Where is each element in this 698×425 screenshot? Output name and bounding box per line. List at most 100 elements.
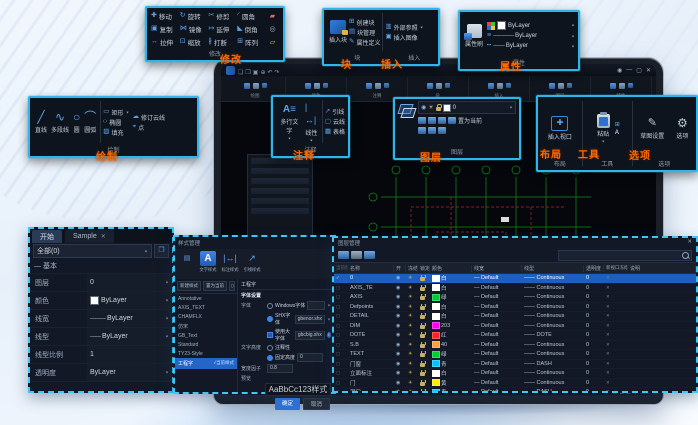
style-list-item[interactable]: Annotative	[175, 294, 237, 303]
vp-freeze-icon[interactable]: ✕	[604, 361, 628, 367]
layer-row[interactable]: ✓0◉☀白— Default—— Continuous0✕	[334, 274, 696, 284]
layer-freeze-icon[interactable]: ☀	[406, 332, 418, 338]
trim-button[interactable]: ✂修剪	[209, 11, 238, 21]
new-layer-icon[interactable]	[338, 251, 349, 259]
vp-freeze-icon[interactable]: ✕	[604, 275, 628, 281]
layer-on-icon[interactable]: ◉	[394, 361, 406, 367]
layer-color[interactable]: 白	[430, 284, 472, 292]
layer-color[interactable]: 红	[430, 331, 472, 339]
layer-dropdown[interactable]: ◉ ☀ 0 ▼	[418, 101, 516, 114]
vp-freeze-icon[interactable]: ✕	[604, 370, 628, 376]
rotate-button[interactable]: ↻旋转	[180, 11, 209, 21]
insert-viewport-button[interactable]: ✚ 插入视口	[546, 116, 574, 141]
bigfont-dropdown[interactable]: gbcbig.shx	[295, 331, 325, 340]
layer-lock-icon[interactable]	[418, 351, 430, 357]
layer-freeze-icon[interactable]: ☀	[406, 323, 418, 329]
layer-row[interactable]: ▢门◉☀黄— Default—— Continuous0✕	[334, 379, 696, 389]
move-button[interactable]: ✚移动	[151, 11, 180, 21]
width-factor-input[interactable]: 0.8	[267, 364, 293, 373]
color-control[interactable]: ByLayer▼	[487, 21, 575, 30]
linetype-value-dropdown[interactable]: ——ByLayer▼	[87, 328, 172, 345]
user-icon[interactable]: ◉	[617, 67, 622, 74]
layer-lock-icon[interactable]	[418, 323, 430, 329]
document-tab[interactable]: Sample✕	[65, 230, 114, 243]
layer-lock-icon[interactable]	[418, 342, 430, 348]
layer-on-icon[interactable]: ◉	[394, 351, 406, 357]
chamfer-button[interactable]: ◣倒角	[237, 24, 266, 34]
layer-row[interactable]: ▢DETAIL◉☀白— Default—— Continuous0✕	[334, 312, 696, 322]
layer-row[interactable]: ▢DOTE◉☀红— Default—— DOTE0✕	[334, 331, 696, 341]
style-list-item[interactable]: AXIS_TEXT	[175, 303, 237, 312]
layer-lock-icon[interactable]	[418, 304, 430, 310]
layer-freeze-icon[interactable]: ☀	[406, 275, 418, 281]
layer-color[interactable]: 白	[430, 274, 472, 282]
layer-on-icon[interactable]: ◉	[394, 342, 406, 348]
basic-section-header[interactable]: — 基本	[30, 259, 172, 274]
layer-on-icon[interactable]: ◉	[394, 370, 406, 376]
block-manager-button[interactable]: ▤块管理	[349, 28, 380, 37]
height-input[interactable]: 0	[297, 353, 323, 362]
leader-button[interactable]: ↗引线	[325, 107, 345, 116]
vp-freeze-icon[interactable]: ✕	[604, 380, 628, 386]
set-current-style-button[interactable]: 置为当前	[203, 281, 227, 291]
layer-on-icon[interactable]: ◉	[394, 304, 406, 310]
layer-color[interactable]: 白	[430, 369, 472, 377]
windows-font-radio[interactable]	[267, 303, 273, 309]
mtext-button[interactable]: A≡ 多行文字▼	[276, 99, 303, 144]
style-list-item[interactable]: TY23-Style	[175, 349, 237, 358]
ellipse-button[interactable]: ○椭圆	[103, 118, 129, 127]
fixed-height-radio[interactable]	[267, 355, 273, 361]
layer-freeze-icon[interactable]: ☀	[406, 380, 418, 386]
annotative-radio[interactable]	[267, 345, 273, 351]
style-list-item-current[interactable]: 工程字√当前样式	[175, 358, 237, 369]
layer-tool-icon[interactable]	[438, 117, 446, 124]
layer-on-icon[interactable]: ◉	[394, 294, 406, 300]
layer-lock-icon[interactable]	[418, 380, 430, 386]
layer-row[interactable]: ▢洞口◉☀青— Default—— DASH0✕	[334, 388, 696, 391]
layer-color[interactable]: 绿	[430, 293, 472, 301]
layer-tool-icon[interactable]	[428, 127, 436, 134]
vp-freeze-icon[interactable]: ✕	[604, 294, 628, 300]
layer-on-icon[interactable]: ◉	[394, 380, 406, 386]
quick-select-button[interactable]: ❐	[154, 244, 169, 258]
minimize-icon[interactable]: —	[626, 67, 632, 74]
ltscale-value-field[interactable]: 1	[87, 346, 172, 363]
vp-freeze-icon[interactable]: ✕	[604, 351, 628, 357]
dim-style-tab[interactable]: |↔| 标注样式	[221, 251, 239, 273]
layer-freeze-icon[interactable]: ☀	[406, 313, 418, 319]
hatch-button[interactable]: ▨填充	[103, 128, 129, 137]
layer-row[interactable]: ▢立面标注◉☀白— Default—— Continuous0✕	[334, 369, 696, 379]
match-properties-button[interactable]: 属性刷	[463, 14, 485, 57]
style-list-item[interactable]: CHAMFLX	[175, 312, 237, 321]
vp-freeze-icon[interactable]: ✕	[604, 389, 628, 391]
new-style-button[interactable]: 新建样式	[177, 281, 201, 291]
styles-overview-icon[interactable]: ▤	[179, 251, 195, 266]
scale-button[interactable]: ⊡缩放	[180, 37, 209, 47]
leader-style-tab[interactable]: ↗ 引线样式	[243, 251, 261, 273]
layer-on-icon[interactable]: ◉	[394, 275, 406, 281]
linear-dimension-button[interactable]: |↔| 线性▼	[303, 99, 320, 144]
style-list-item[interactable]: GB_Text	[175, 331, 237, 340]
revcloud-button[interactable]: ☁修订云线	[132, 113, 165, 122]
lineweight-control[interactable]: ≡ ———— ByLayer▼	[487, 32, 575, 40]
tool-mini-icon-2[interactable]: A	[615, 130, 620, 136]
layer-color[interactable]: 绿	[430, 350, 472, 358]
layer-row[interactable]: ▢门窗◉☀青— Default—— DASH0✕	[334, 360, 696, 370]
layer-tool-icon[interactable]	[418, 117, 426, 124]
vp-freeze-icon[interactable]: ✕	[604, 342, 628, 348]
selection-filter-dropdown[interactable]: 全部(0)▼	[33, 244, 152, 258]
layer-lock-icon[interactable]	[418, 361, 430, 367]
create-block-button[interactable]: ⊞创建块	[349, 18, 380, 27]
erase-icon[interactable]: ▰	[266, 12, 279, 20]
tool-mini-icon-1[interactable]: ⊞	[615, 121, 620, 128]
layer-freeze-icon[interactable]: ☀	[406, 389, 418, 391]
options-button[interactable]: ⚙ 选项	[674, 117, 690, 140]
layer-color[interactable]: 40	[430, 341, 472, 348]
cancel-button[interactable]: 取消	[303, 398, 330, 410]
xref-button[interactable]: ▥外部参照▼	[385, 23, 423, 32]
layer-lock-icon[interactable]	[418, 285, 430, 291]
draft-settings-button[interactable]: ✎ 草图设置	[638, 117, 666, 140]
layer-lock-icon[interactable]	[418, 313, 430, 319]
lineweight-value-dropdown[interactable]: ———ByLayer▼	[87, 310, 172, 327]
layer-lock-icon[interactable]	[418, 389, 430, 391]
